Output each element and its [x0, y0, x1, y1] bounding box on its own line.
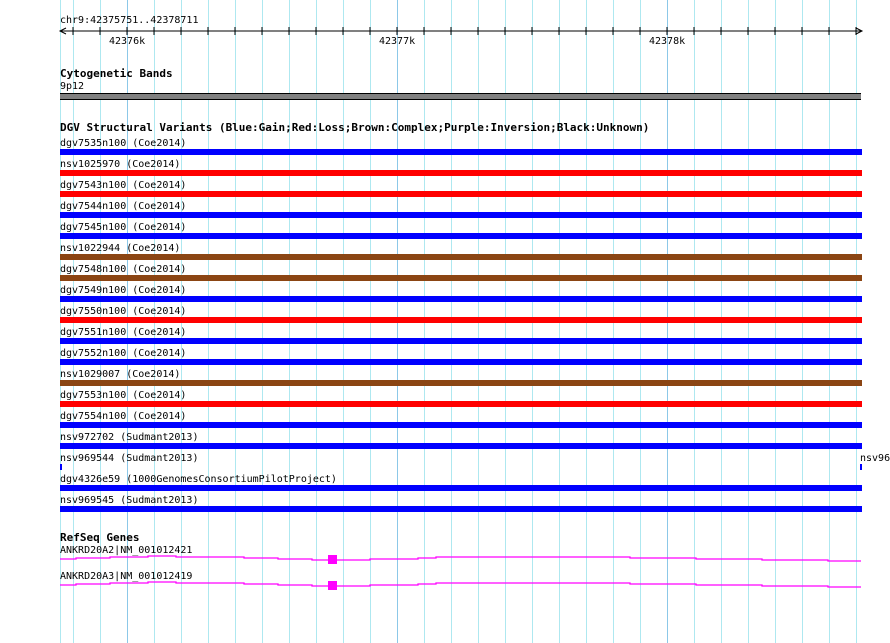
variant-bar[interactable]: [60, 170, 862, 176]
variant-bar[interactable]: [60, 485, 862, 491]
variant-bar[interactable]: [60, 317, 862, 323]
dgv-track-title: DGV Structural Variants (Blue:Gain;Red:L…: [60, 121, 650, 134]
variant-bar[interactable]: [60, 296, 862, 302]
gene-label[interactable]: ANKRD20A2|NM_001012421: [60, 545, 192, 556]
variant-label[interactable]: dgv7543n100 (Coe2014): [60, 180, 186, 191]
variant-label[interactable]: nsv1025970 (Coe2014): [60, 159, 180, 170]
variant-bar[interactable]: [60, 401, 862, 407]
variant-label[interactable]: nsv969544 (Sudmant2013): [60, 453, 198, 464]
variant-bar[interactable]: [60, 443, 862, 449]
variant-bar[interactable]: [60, 275, 862, 281]
variant-label[interactable]: dgv7549n100 (Coe2014): [60, 285, 186, 296]
gene-exon: [328, 555, 337, 564]
variant-label[interactable]: dgv7551n100 (Coe2014): [60, 327, 186, 338]
variant-label[interactable]: nsv969545 (Sudmant2013): [60, 495, 198, 506]
variant-bar[interactable]: [60, 233, 862, 239]
cyto-band-label: 9p12: [60, 81, 85, 92]
variant-label[interactable]: nsv1029007 (Coe2014): [60, 369, 180, 380]
variant-bar[interactable]: [60, 506, 862, 512]
variant-bar[interactable]: [860, 464, 862, 470]
variant-bar[interactable]: [60, 338, 862, 344]
variant-bar[interactable]: [60, 359, 862, 365]
gene-exon: [328, 581, 337, 590]
ruler-tick-label: 42376k: [109, 36, 146, 47]
variant-bar[interactable]: [60, 422, 862, 428]
cyto-band-bar[interactable]: [60, 93, 861, 100]
variant-bar[interactable]: [60, 464, 62, 470]
variant-bar[interactable]: [60, 212, 862, 218]
variant-bar[interactable]: [60, 254, 862, 260]
variant-label[interactable]: dgv7554n100 (Coe2014): [60, 411, 186, 422]
variant-label[interactable]: nsv972702 (Sudmant2013): [60, 432, 198, 443]
variant-label[interactable]: dgv7553n100 (Coe2014): [60, 390, 186, 401]
variant-label[interactable]: nsv1022944 (Coe2014): [60, 243, 180, 254]
genome-browser-view: chr9:42375751..42378711 42376k 42377k 42…: [0, 0, 890, 643]
variant-label[interactable]: dgv7552n100 (Coe2014): [60, 348, 186, 359]
variant-label[interactable]: dgv7535n100 (Coe2014): [60, 138, 186, 149]
variant-bar[interactable]: [60, 191, 862, 197]
variant-label[interactable]: dgv7548n100 (Coe2014): [60, 264, 186, 275]
refseq-track-title: RefSeq Genes: [60, 531, 140, 544]
ruler-tick-label: 42377k: [379, 36, 416, 47]
variant-label[interactable]: dgv7550n100 (Coe2014): [60, 306, 186, 317]
variant-bar[interactable]: [60, 380, 862, 386]
variant-label[interactable]: dgv7545n100 (Coe2014): [60, 222, 186, 233]
gene-label[interactable]: ANKRD20A3|NM_001012419: [60, 571, 192, 582]
ruler-tick-label: 42378k: [649, 36, 686, 47]
variant-label-overflow[interactable]: nsv96: [860, 453, 890, 464]
variant-label[interactable]: dgv4326e59 (1000GenomesConsortiumPilotPr…: [60, 474, 337, 485]
variant-label[interactable]: dgv7544n100 (Coe2014): [60, 201, 186, 212]
variant-bar[interactable]: [60, 149, 862, 155]
cytogenetic-bands-title: Cytogenetic Bands: [60, 67, 173, 80]
